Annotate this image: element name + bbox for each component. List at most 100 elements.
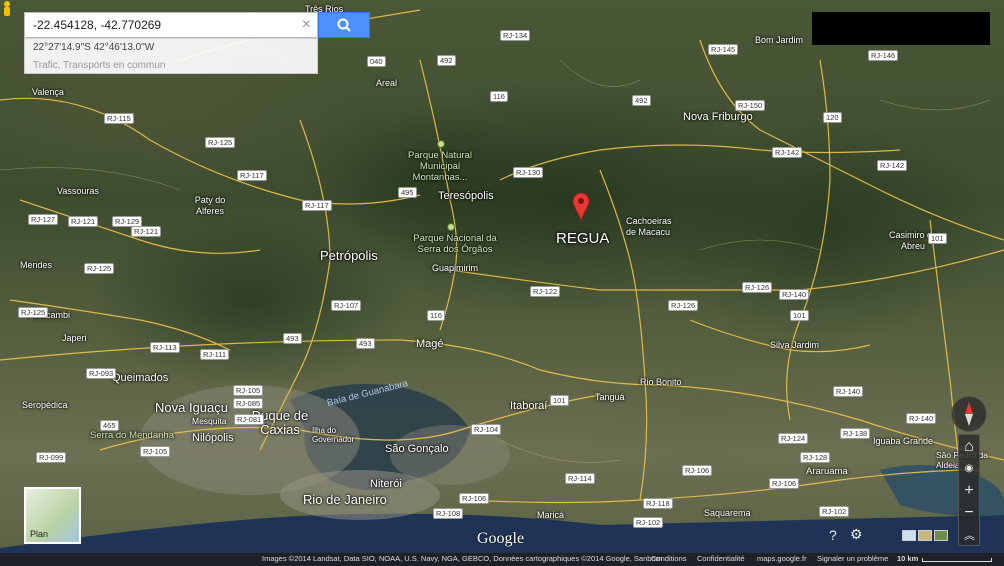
road-shield: RJ-124 [778,433,809,444]
road-shield: RJ-102 [819,506,850,517]
city-label: Maricá [537,510,565,520]
pegman-icon[interactable] [0,0,14,18]
road-shield: 120 [823,112,842,123]
street-view-icon[interactable]: ⌂ [959,437,979,457]
road-shield: RJ-102 [633,517,664,528]
redacted-area [812,12,990,45]
city-label: Saquarema [704,508,751,518]
road-shield: RJ-140 [779,289,810,300]
road-shield: 493 [356,338,375,349]
city-label: Queimados [112,372,169,384]
road-shield: RJ-115 [104,113,134,124]
park-label: Serra do Mendanha [90,430,174,441]
report-link[interactable]: Signaler un problème [817,554,888,563]
location-marker [572,192,590,222]
road-shield: RJ-107 [331,300,362,311]
road-shield: 465 [100,420,119,431]
road-shield: RJ-104 [471,424,502,435]
road-shield: RJ-099 [36,452,67,463]
road-shield: RJ-114 [565,473,595,484]
city-label: Paty do Alferes [194,195,226,216]
gear-icon[interactable]: ⚙ [850,526,863,543]
road-shield: RJ-081 [234,414,265,425]
city-label: Nilópolis [192,432,234,444]
road-shield: RJ-125 [205,137,236,148]
road-shield: RJ-134 [500,30,531,41]
road-shield: RJ-093 [86,368,117,379]
attribution-text: Images ©2014 Landsat, Data SIO, NOAA, U.… [262,554,663,563]
city-label: Valença [32,87,64,97]
map-type-toggle[interactable]: Plan [24,487,81,544]
satellite-map[interactable]: Petrópolis Teresópolis Nova Friburgo Nov… [0,0,1004,566]
park-label: Parque Nacional da Serra dos Órgãos [413,233,497,255]
plan-label: Plan [30,529,49,539]
search-box[interactable]: × [24,12,318,38]
city-label: Seropédica [22,400,68,410]
privacy-link[interactable]: Confidentialité [697,554,745,563]
city-label: São Gonçalo [385,443,449,455]
search-icon [337,18,351,32]
road-shield: 040 [367,56,386,67]
park-label: Parque Natural Municipal Montanhas... [408,150,472,183]
city-label: Petrópolis [320,248,378,263]
search-button[interactable] [318,12,370,38]
chevron-up-icon[interactable]: ︽ [964,527,975,543]
zoom-in-button[interactable]: + [959,481,979,501]
road-shield: RJ-126 [742,282,773,293]
city-label: Guapimirim [432,263,479,273]
city-label: Ilha do Governador [312,426,355,444]
road-shield: 492 [437,55,456,66]
road-shield: RJ-106 [682,465,713,476]
road-shield: RJ-085 [233,398,264,409]
road-shield: RJ-111 [200,349,230,360]
scale-label: 10 km [897,554,919,563]
road-shield: RJ-150 [735,100,766,111]
road-shield: RJ-142 [877,160,908,171]
city-label: Magé [416,338,444,350]
city-label: Japeri [62,333,87,343]
city-label: Niterói [370,478,402,490]
zoom-out-button[interactable]: − [959,503,979,523]
site-link[interactable]: maps.google.fr [757,554,807,563]
road-shield: RJ-117 [302,200,332,211]
city-label: Vassouras [57,186,99,196]
city-label: Silva Jardim [770,340,820,350]
road-shield: RJ-125 [18,307,49,318]
search-input[interactable] [33,18,283,32]
footer-bar: Images ©2014 Landsat, Data SIO, NOAA, U.… [0,553,1004,566]
road-shield: RJ-108 [433,508,464,519]
location-icon[interactable]: ◉ [959,459,979,479]
road-shield: RJ-142 [772,147,803,158]
search-suggestions[interactable]: 22°27'14.9"S 42°46'13.0"W Trafic, Transp… [24,38,318,74]
city-label: Mesquita [192,416,227,426]
road-shield: 101 [928,233,947,244]
road-shield: 493 [283,333,302,344]
coordinate-suggestion[interactable]: 22°27'14.9"S 42°46'13.0"W [33,42,154,53]
road-shield: RJ-140 [906,413,937,424]
city-label: Rio Bonito [640,377,682,387]
google-logo: Google [477,530,525,547]
road-shield: RJ-140 [833,386,864,397]
compass-control[interactable] [951,396,987,432]
city-label: Itaboraí [510,400,548,412]
roads-layer [0,9,1004,566]
imagery-thumbnails[interactable] [902,530,948,541]
conditions-link[interactable]: Conditions [651,554,686,563]
clear-search-button[interactable]: × [302,16,311,34]
road-shield: RJ-121 [131,226,162,237]
city-label: Iguaba Grande [873,436,934,446]
help-icon[interactable]: ? [829,527,837,543]
road-shield: RJ-105 [233,385,264,396]
layers-suggestion[interactable]: Trafic, Transports en commun [33,60,165,71]
city-label: Rio de Janeiro [303,492,387,507]
road-shield: 495 [398,187,417,198]
city-label: Areal [376,78,398,88]
city-label: Bom Jardim [755,35,804,45]
road-shield: RJ-122 [530,286,561,297]
road-shield: RJ-105 [140,446,171,457]
city-label: Cachoeiras de Macacu [626,216,672,237]
road-shield: RJ-125 [84,263,115,274]
road-shield: RJ-126 [668,300,699,311]
road-shield: 101 [550,395,569,406]
city-label: Tanguá [595,392,625,402]
